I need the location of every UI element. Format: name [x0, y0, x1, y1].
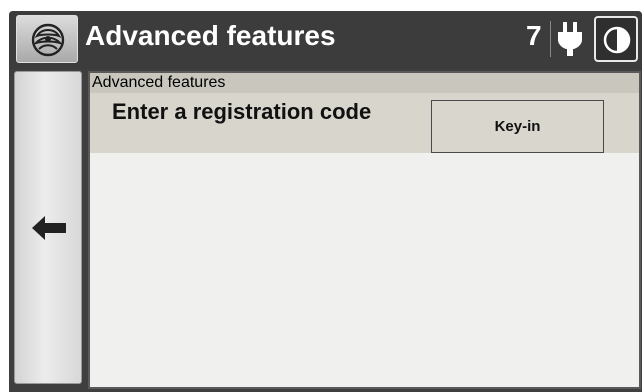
- list-item: Enter a registration code Key-in: [90, 93, 639, 153]
- content-panel: Advanced features Enter a registration c…: [88, 71, 641, 389]
- page-title: Advanced features: [85, 20, 336, 51]
- section-header: Advanced features: [90, 73, 639, 93]
- registration-code-label: Enter a registration code: [112, 99, 372, 124]
- status-divider: [550, 21, 551, 57]
- home-button[interactable]: [16, 15, 78, 63]
- contrast-button[interactable]: [594, 16, 638, 62]
- back-button[interactable]: [14, 71, 82, 384]
- plug-icon: [557, 21, 583, 62]
- device-screen: Advanced features 7 Advanced features En…: [9, 11, 642, 392]
- list-empty-area: [90, 153, 639, 387]
- status-count: 7: [526, 20, 542, 51]
- title-bar: Advanced features 7: [9, 11, 642, 69]
- key-in-button[interactable]: Key-in: [431, 100, 604, 153]
